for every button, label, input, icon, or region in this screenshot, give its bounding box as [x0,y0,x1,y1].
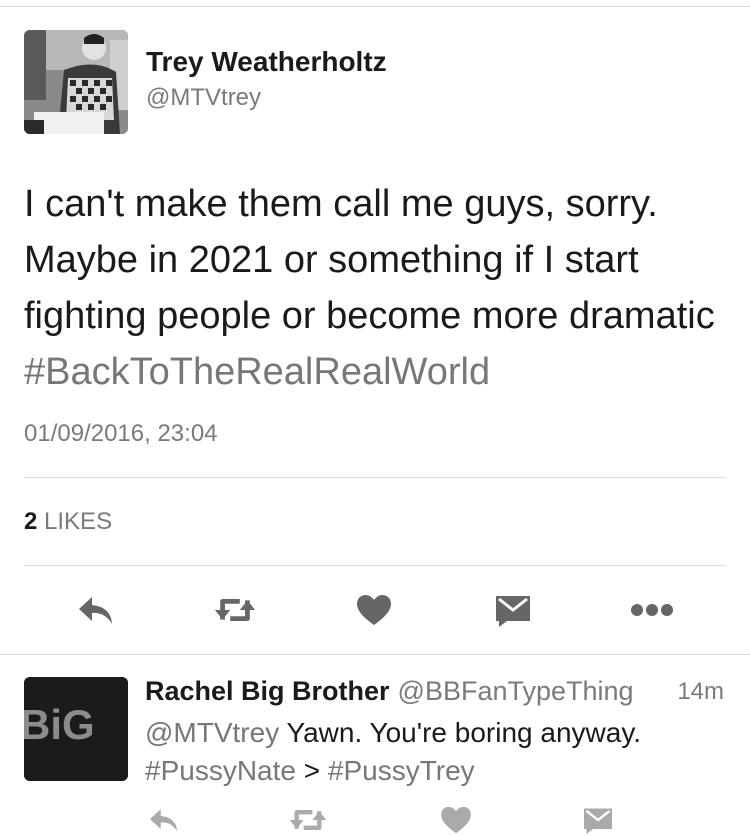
retweet-button[interactable] [213,588,257,632]
divider [24,565,726,566]
reply-mention[interactable]: @MTVtrey [145,717,279,748]
avatar-logo-text: BiG [24,701,95,748]
reply-icon [79,597,112,624]
reply-message-button[interactable] [578,806,618,836]
reply-avatar-image: BiG [24,677,128,781]
retweet-icon [214,598,256,621]
author-handle[interactable]: @MTVtrey [146,84,261,112]
author-avatar[interactable] [24,30,128,134]
reply-retweet-button[interactable] [288,806,328,836]
author-name[interactable]: Trey Weatherholtz [146,46,387,78]
tweet-timestamp: 01/09/2016, 23:04 [24,420,218,447]
divider [24,477,726,478]
message-icon [584,808,612,834]
like-button[interactable] [352,588,396,632]
likes-number: 2 [24,508,38,535]
reply-like-button[interactable] [436,806,476,836]
retweet-icon [289,810,327,830]
reply-text: @MTVtrey Yawn. You're boring anyway. #Pus… [145,714,735,790]
likes-label: LIKES [44,508,113,535]
hashtag-link[interactable]: #BackToTheRealRealWorld [24,351,490,393]
reply-avatar[interactable]: BiG [24,677,128,781]
message-icon [496,596,530,627]
tweet-text: I can't make them call me guys, sorry. M… [24,176,724,400]
reply-author: Rachel Big Brother @BBFanTypeThing [145,676,634,707]
reply-hashtag-1[interactable]: #PussyNate [145,755,296,786]
like-icon [357,595,391,625]
more-button[interactable] [630,588,674,632]
reply-hashtag-2[interactable]: #PussyTrey [328,755,475,786]
likes-count[interactable]: 2 LIKES [24,508,112,536]
top-divider [0,6,750,7]
reply-author-handle[interactable]: @BBFanTypeThing [398,676,634,706]
reply-button[interactable] [74,588,118,632]
reply-divider [0,654,750,655]
reply-body: Yawn. You're boring anyway. [286,717,642,748]
avatar-photo [24,30,128,134]
reply-separator: > [303,755,321,786]
reply-reply-button[interactable] [144,806,184,836]
message-button[interactable] [491,588,535,632]
like-icon [441,806,471,834]
reply-time: 14m [677,678,724,705]
more-icon [631,604,673,616]
tweet-body: I can't make them call me guys, sorry. M… [24,183,715,337]
reply-author-name[interactable]: Rachel Big Brother [145,676,390,706]
reply-icon [150,809,178,832]
